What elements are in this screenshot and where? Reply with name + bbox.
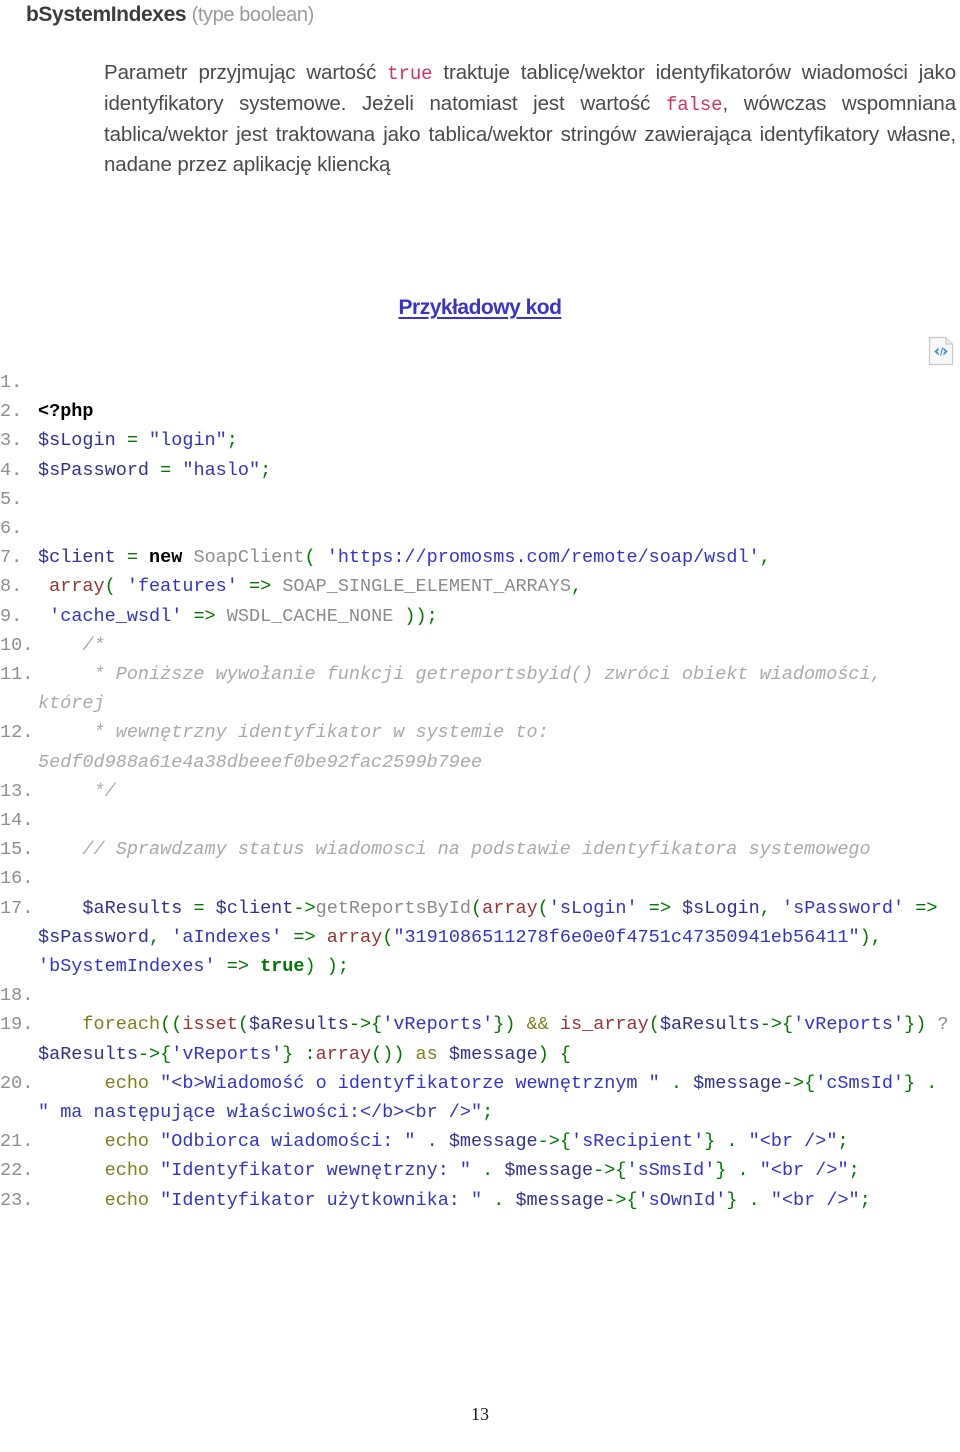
code-line: 2. <?php — [0, 397, 958, 426]
line-number: 9. — [0, 605, 23, 627]
code-line: 8. array( 'features' => SOAP_SINGLE_ELEM… — [0, 572, 958, 601]
line-number: 23. — [0, 1189, 34, 1211]
line-number: 13. — [0, 780, 34, 802]
code-line: 13. */ — [0, 777, 958, 806]
line-number: 3. — [0, 430, 23, 452]
description-part-1: Parametr przyjmując wartość — [104, 61, 388, 84]
line-content: echo "Odbiorca wiadomości: " . $message-… — [104, 1131, 849, 1153]
line-number: 22. — [0, 1160, 34, 1182]
line-content: */ — [38, 780, 116, 802]
line-content: $aResults = $client->getReportsById(arra… — [38, 897, 938, 978]
line-content: $sLogin = "login"; — [38, 430, 238, 452]
line-content: foreach((isset($aResults->{'vReports'}) … — [38, 1014, 949, 1065]
line-content: echo "Identyfikator wewnętrzny: " . $mes… — [104, 1160, 860, 1182]
line-content: array( 'features' => SOAP_SINGLE_ELEMENT… — [49, 576, 583, 598]
page-number: 13 — [471, 1404, 489, 1424]
code-line: 23. echo "Identyfikator użytkownika: " .… — [0, 1186, 958, 1215]
example-code-heading: Przykładowy kod — [0, 296, 960, 320]
line-number: 10. — [0, 634, 34, 656]
line-number: 21. — [0, 1131, 34, 1153]
line-number: 14. — [0, 810, 34, 832]
line-number: 20. — [0, 1072, 34, 1094]
line-number: 8. — [0, 576, 23, 598]
line-number: 7. — [0, 547, 23, 569]
code-line: 21. echo "Odbiorca wiadomości: " . $mess… — [0, 1127, 958, 1156]
code-line: 18. — [0, 981, 958, 1010]
line-content: * wewnętrzny identyfikator w systemie to… — [38, 722, 560, 773]
code-line: 6. — [0, 514, 958, 543]
line-content: 'cache_wsdl' => WSDL_CACHE_NONE )); — [49, 605, 438, 627]
line-number: 5. — [0, 488, 23, 510]
parameter-type: (type boolean) — [191, 4, 315, 26]
code-line: 19. foreach((isset($aResults->{'vReports… — [0, 1010, 958, 1068]
code-file-icon[interactable] — [928, 336, 954, 366]
code-line: 3. $sLogin = "login"; — [0, 426, 958, 455]
line-number: 16. — [0, 868, 34, 890]
line-number: 2. — [0, 401, 23, 423]
code-line: 7. $client = new SoapClient( 'https://pro… — [0, 543, 958, 572]
line-content: echo "<b>Wiadomość o identyfikatorze wew… — [38, 1072, 938, 1124]
code-line: 15. // Sprawdzamy status wiadomosci na p… — [0, 835, 958, 864]
line-content: $sPassword = "haslo"; — [38, 459, 272, 481]
code-line: 16. — [0, 864, 958, 893]
line-number: 1. — [0, 372, 23, 393]
keyword-false: false — [665, 94, 723, 116]
keyword-true: true — [387, 63, 433, 85]
code-line: 9. 'cache_wsdl' => WSDL_CACHE_NONE )); — [0, 602, 958, 631]
parameter-title: bSystemIndexes (type boolean) — [26, 2, 314, 28]
line-number: 12. — [0, 722, 34, 744]
code-line: 17. $aResults = $client->getReportsById(… — [0, 894, 958, 982]
code-line: 5. — [0, 485, 958, 514]
code-line: 14. — [0, 806, 958, 835]
line-content: // Sprawdzamy status wiadomosci na podst… — [38, 839, 871, 861]
line-content: <?php — [38, 401, 94, 423]
line-number: 17. — [0, 897, 34, 919]
code-line: 11. * Poniższe wywołanie funkcji getrepo… — [0, 660, 958, 718]
code-line: 22. echo "Identyfikator wewnętrzny: " . … — [0, 1156, 958, 1185]
example-code-link[interactable]: Przykładowy kod — [399, 296, 562, 319]
code-line: 20. echo "<b>Wiadomość o identyfikatorze… — [0, 1069, 958, 1127]
line-number: 6. — [0, 518, 23, 540]
code-listing: 1. 2. <?php 3. $sLogin = "login"; 4. $sPass… — [0, 368, 958, 1215]
parameter-name: bSystemIndexes — [26, 3, 187, 26]
line-content: * Poniższe wywołanie funkcji getreportsb… — [38, 664, 893, 715]
code-line: 10. /* — [0, 631, 958, 660]
line-content: /* — [38, 634, 105, 656]
line-content: $client = new SoapClient( 'https://promo… — [38, 547, 771, 569]
line-number: 18. — [0, 985, 34, 1007]
line-number: 15. — [0, 839, 34, 861]
line-number: 11. — [0, 664, 34, 686]
line-number: 4. — [0, 459, 23, 481]
line-content: echo "Identyfikator użytkownika: " . $me… — [104, 1189, 871, 1211]
line-number: 19. — [0, 1014, 34, 1036]
code-line: 4. $sPassword = "haslo"; — [0, 456, 958, 485]
code-line: 1. — [0, 368, 958, 397]
code-line: 12. * wewnętrzny identyfikator w systemi… — [0, 718, 958, 776]
parameter-description: Parametr przyjmując wartość true traktuj… — [104, 58, 956, 180]
